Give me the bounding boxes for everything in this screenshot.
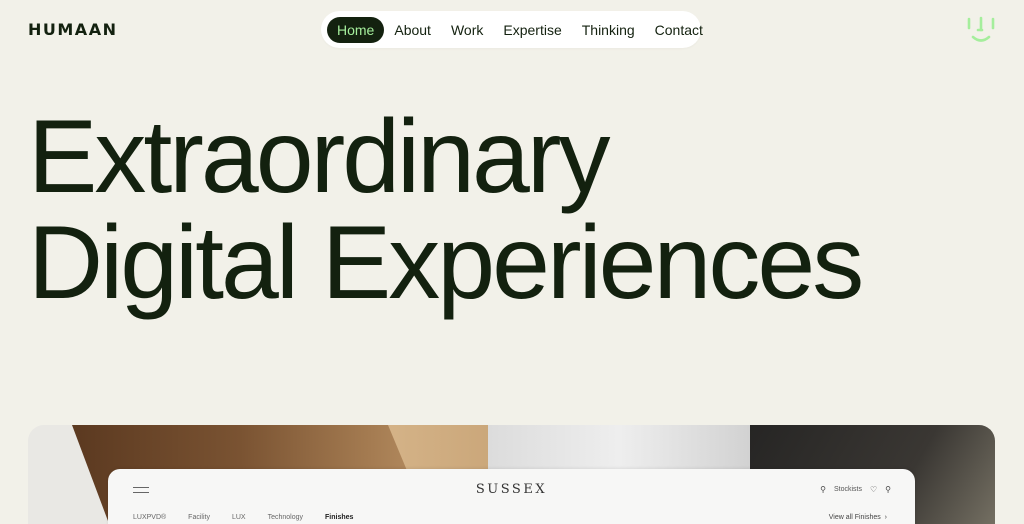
sussex-subnav: LUXPVD® Facility LUX Technology Finishes	[133, 514, 353, 521]
search-icon: ⚲	[885, 485, 891, 494]
view-all-label: View all Finishes	[828, 514, 881, 521]
hero-line-1: Extraordinary	[28, 99, 610, 215]
view-all-finishes-link: View all Finishes ›	[829, 514, 887, 521]
subnav-item-facility: Facility	[188, 514, 210, 521]
nav-about[interactable]: About	[384, 17, 441, 43]
project-showcase[interactable]: SUSSEX ⚲ Stockists ♡ ⚲ LUXPVD® Facility …	[28, 425, 995, 524]
nav-thinking[interactable]: Thinking	[572, 17, 645, 43]
heart-icon: ♡	[869, 485, 878, 494]
sussex-brand: SUSSEX	[475, 482, 548, 497]
nav-expertise[interactable]: Expertise	[493, 17, 571, 43]
utility-bar: ⚲ Stockists ♡ ⚲	[820, 485, 891, 494]
smiley-face-icon[interactable]	[966, 15, 996, 45]
nav-contact[interactable]: Contact	[645, 17, 713, 43]
chevron-right-icon: ›	[882, 514, 887, 521]
nav-work[interactable]: Work	[441, 17, 493, 43]
hero-line-2: Digital Experiences	[28, 205, 864, 321]
subnav-item-finishes: Finishes	[325, 514, 354, 521]
location-pin-icon: ⚲	[820, 485, 826, 494]
sussex-site-preview: SUSSEX ⚲ Stockists ♡ ⚲ LUXPVD® Facility …	[108, 469, 915, 524]
subnav-item-lux: LUX	[231, 514, 246, 521]
subnav-item-luxpvd: LUXPVD®	[133, 514, 167, 521]
main-nav: Home About Work Expertise Thinking Conta…	[321, 11, 703, 48]
humaan-logo[interactable]: HUMAAN	[28, 20, 117, 39]
nav-home[interactable]: Home	[327, 16, 385, 43]
subnav-item-technology: Technology	[267, 514, 303, 521]
hero-heading: Extraordinary Digital Experiences	[28, 99, 864, 321]
stockists-label: Stockists	[833, 486, 862, 493]
